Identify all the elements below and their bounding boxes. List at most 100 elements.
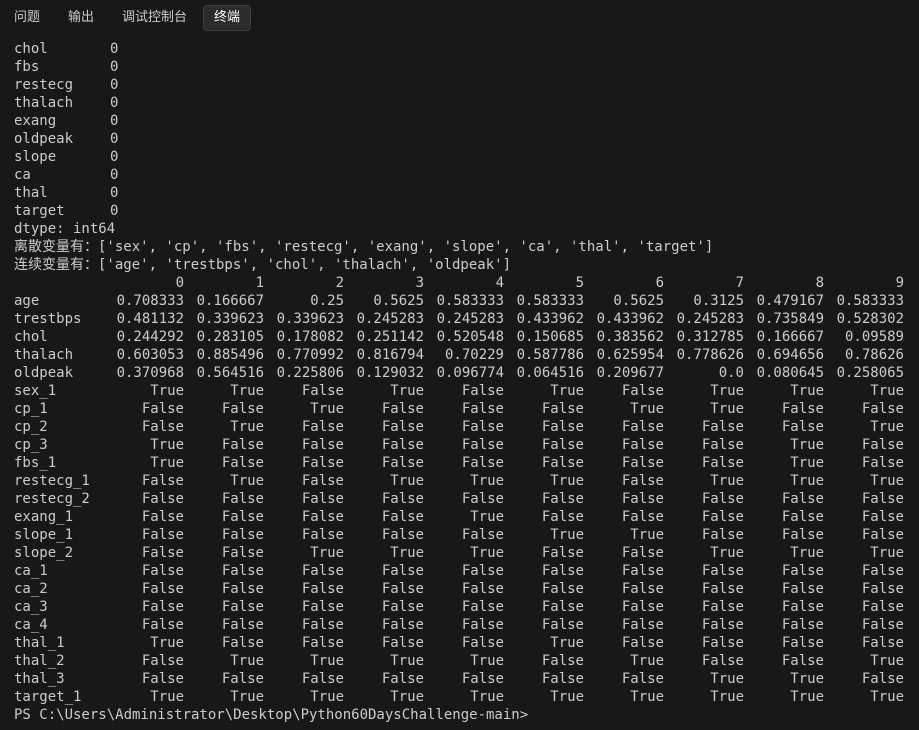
table-cell: 0.178082 xyxy=(276,329,344,345)
table-cell: 0.166667 xyxy=(196,293,264,309)
table-cell: False xyxy=(461,401,504,417)
table-row: cp_3 True False False False False False False Fa… xyxy=(14,436,919,454)
table-cell: 0.244292 xyxy=(116,329,184,345)
table-cell: 0.166667 xyxy=(756,329,824,345)
table-cell: False xyxy=(221,599,264,615)
table-cell: False xyxy=(381,671,424,687)
table-cell: 0.694656 xyxy=(756,347,824,363)
table-cell: False xyxy=(301,581,344,597)
tab-problems[interactable]: 问题 xyxy=(4,5,50,31)
table-cell: True xyxy=(470,689,504,705)
null-count-name: oldpeak xyxy=(14,131,74,147)
row-label: thal_3 xyxy=(14,671,65,687)
table-cell: True xyxy=(710,671,744,687)
table-cell: False xyxy=(701,617,744,633)
table-cell: False xyxy=(701,419,744,435)
table-cell: 0.25 xyxy=(310,293,344,309)
table-cell: False xyxy=(621,671,664,687)
table-cell: 0.603053 xyxy=(116,347,184,363)
table-cell: False xyxy=(141,509,184,525)
table-cell: True xyxy=(630,401,664,417)
row-label: age xyxy=(14,293,40,309)
table-cell: False xyxy=(781,563,824,579)
table-row: age 0.708333 0.166667 0.25 0.5625 0.583333 0.5… xyxy=(14,292,919,310)
column-header: 7 xyxy=(735,275,744,291)
table-cell: False xyxy=(381,437,424,453)
table-row: cp_2 False True False False False False False Fa… xyxy=(14,418,919,436)
dataframe-table: 0 1 2 3 4 5 6 7 8 9 age 0.708333 0.166667 0.25 0.5625 0… xyxy=(14,274,919,706)
table-cell: True xyxy=(150,383,184,399)
table-cell: False xyxy=(301,419,344,435)
null-count-value: 0 xyxy=(110,77,119,93)
table-cell: 0.3125 xyxy=(693,293,744,309)
null-count-name: fbs xyxy=(14,59,40,75)
table-cell: False xyxy=(781,509,824,525)
table-cell: False xyxy=(541,455,584,471)
table-cell: False xyxy=(861,527,904,543)
row-label: restecg_1 xyxy=(14,473,90,489)
table-cell: False xyxy=(621,383,664,399)
table-cell: 0.283105 xyxy=(196,329,264,345)
table-cell: True xyxy=(310,545,344,561)
row-label: slope_1 xyxy=(14,527,74,543)
table-row: ca_2 False False False False False False False F… xyxy=(14,580,919,598)
table-cell: 0.080645 xyxy=(756,365,824,381)
table-cell: False xyxy=(221,617,264,633)
table-cell: False xyxy=(621,455,664,471)
table-row: slope_1 False False False False False True True… xyxy=(14,526,919,544)
table-cell: False xyxy=(621,437,664,453)
table-cell: False xyxy=(781,527,824,543)
table-cell: False xyxy=(781,581,824,597)
table-cell: False xyxy=(541,581,584,597)
table-cell: False xyxy=(381,617,424,633)
table-cell: False xyxy=(301,491,344,507)
tab-output[interactable]: 输出 xyxy=(58,5,104,31)
table-cell: False xyxy=(141,581,184,597)
column-header: 6 xyxy=(655,275,664,291)
table-cell: 0.245283 xyxy=(676,311,744,327)
row-label: restecg_2 xyxy=(14,491,90,507)
null-count-value: 0 xyxy=(110,149,119,165)
table-cell: False xyxy=(621,635,664,651)
table-cell: True xyxy=(230,473,264,489)
table-cell: 0.5625 xyxy=(373,293,424,309)
table-cell: True xyxy=(790,455,824,471)
table-cell: True xyxy=(550,383,584,399)
tab-debug-console[interactable]: 调试控制台 xyxy=(112,5,197,31)
null-count-row: ca 0 xyxy=(14,166,919,184)
null-count-value: 0 xyxy=(110,131,119,147)
tab-terminal[interactable]: 终端 xyxy=(203,5,252,31)
table-cell: False xyxy=(141,527,184,543)
null-count-value: 0 xyxy=(110,167,119,183)
table-cell: True xyxy=(310,653,344,669)
table-cell: False xyxy=(541,671,584,687)
table-cell: False xyxy=(381,599,424,615)
table-cell: False xyxy=(221,563,264,579)
table-cell: False xyxy=(221,509,264,525)
continuous-vars-line: 连续变量有：['age', 'trestbps', 'chol', 'thala… xyxy=(14,257,512,273)
table-cell: 0.708333 xyxy=(116,293,184,309)
row-label: ca_1 xyxy=(14,563,48,579)
terminal-output[interactable]: chol 0 fbs 0 restecg 0 thalach 0 exang 0 oldpeak 0 s… xyxy=(14,40,919,730)
null-count-row: thal 0 xyxy=(14,184,919,202)
table-cell: 0.735849 xyxy=(756,311,824,327)
column-header: 2 xyxy=(335,275,344,291)
table-cell: False xyxy=(701,527,744,543)
table-cell: False xyxy=(461,419,504,435)
table-row: target_1 True True True True True True True True… xyxy=(14,688,919,706)
table-cell: False xyxy=(381,455,424,471)
table-row: sex_1 True True False True False True False True… xyxy=(14,382,919,400)
table-cell: 0.064516 xyxy=(516,365,584,381)
shell-prompt[interactable]: PS C:\Users\Administrator\Desktop\Python… xyxy=(14,706,919,724)
table-cell: 0.0 xyxy=(718,365,744,381)
table-cell: False xyxy=(541,437,584,453)
row-label: ca_3 xyxy=(14,599,48,615)
table-cell: False xyxy=(381,401,424,417)
table-cell: 0.583333 xyxy=(836,293,904,309)
table-cell: False xyxy=(701,635,744,651)
table-cell: True xyxy=(150,437,184,453)
table-row: ca_3 False False False False False False False F… xyxy=(14,598,919,616)
null-count-row: target 0 xyxy=(14,202,919,220)
table-cell: False xyxy=(221,581,264,597)
table-row: restecg_2 False False False False False False F… xyxy=(14,490,919,508)
